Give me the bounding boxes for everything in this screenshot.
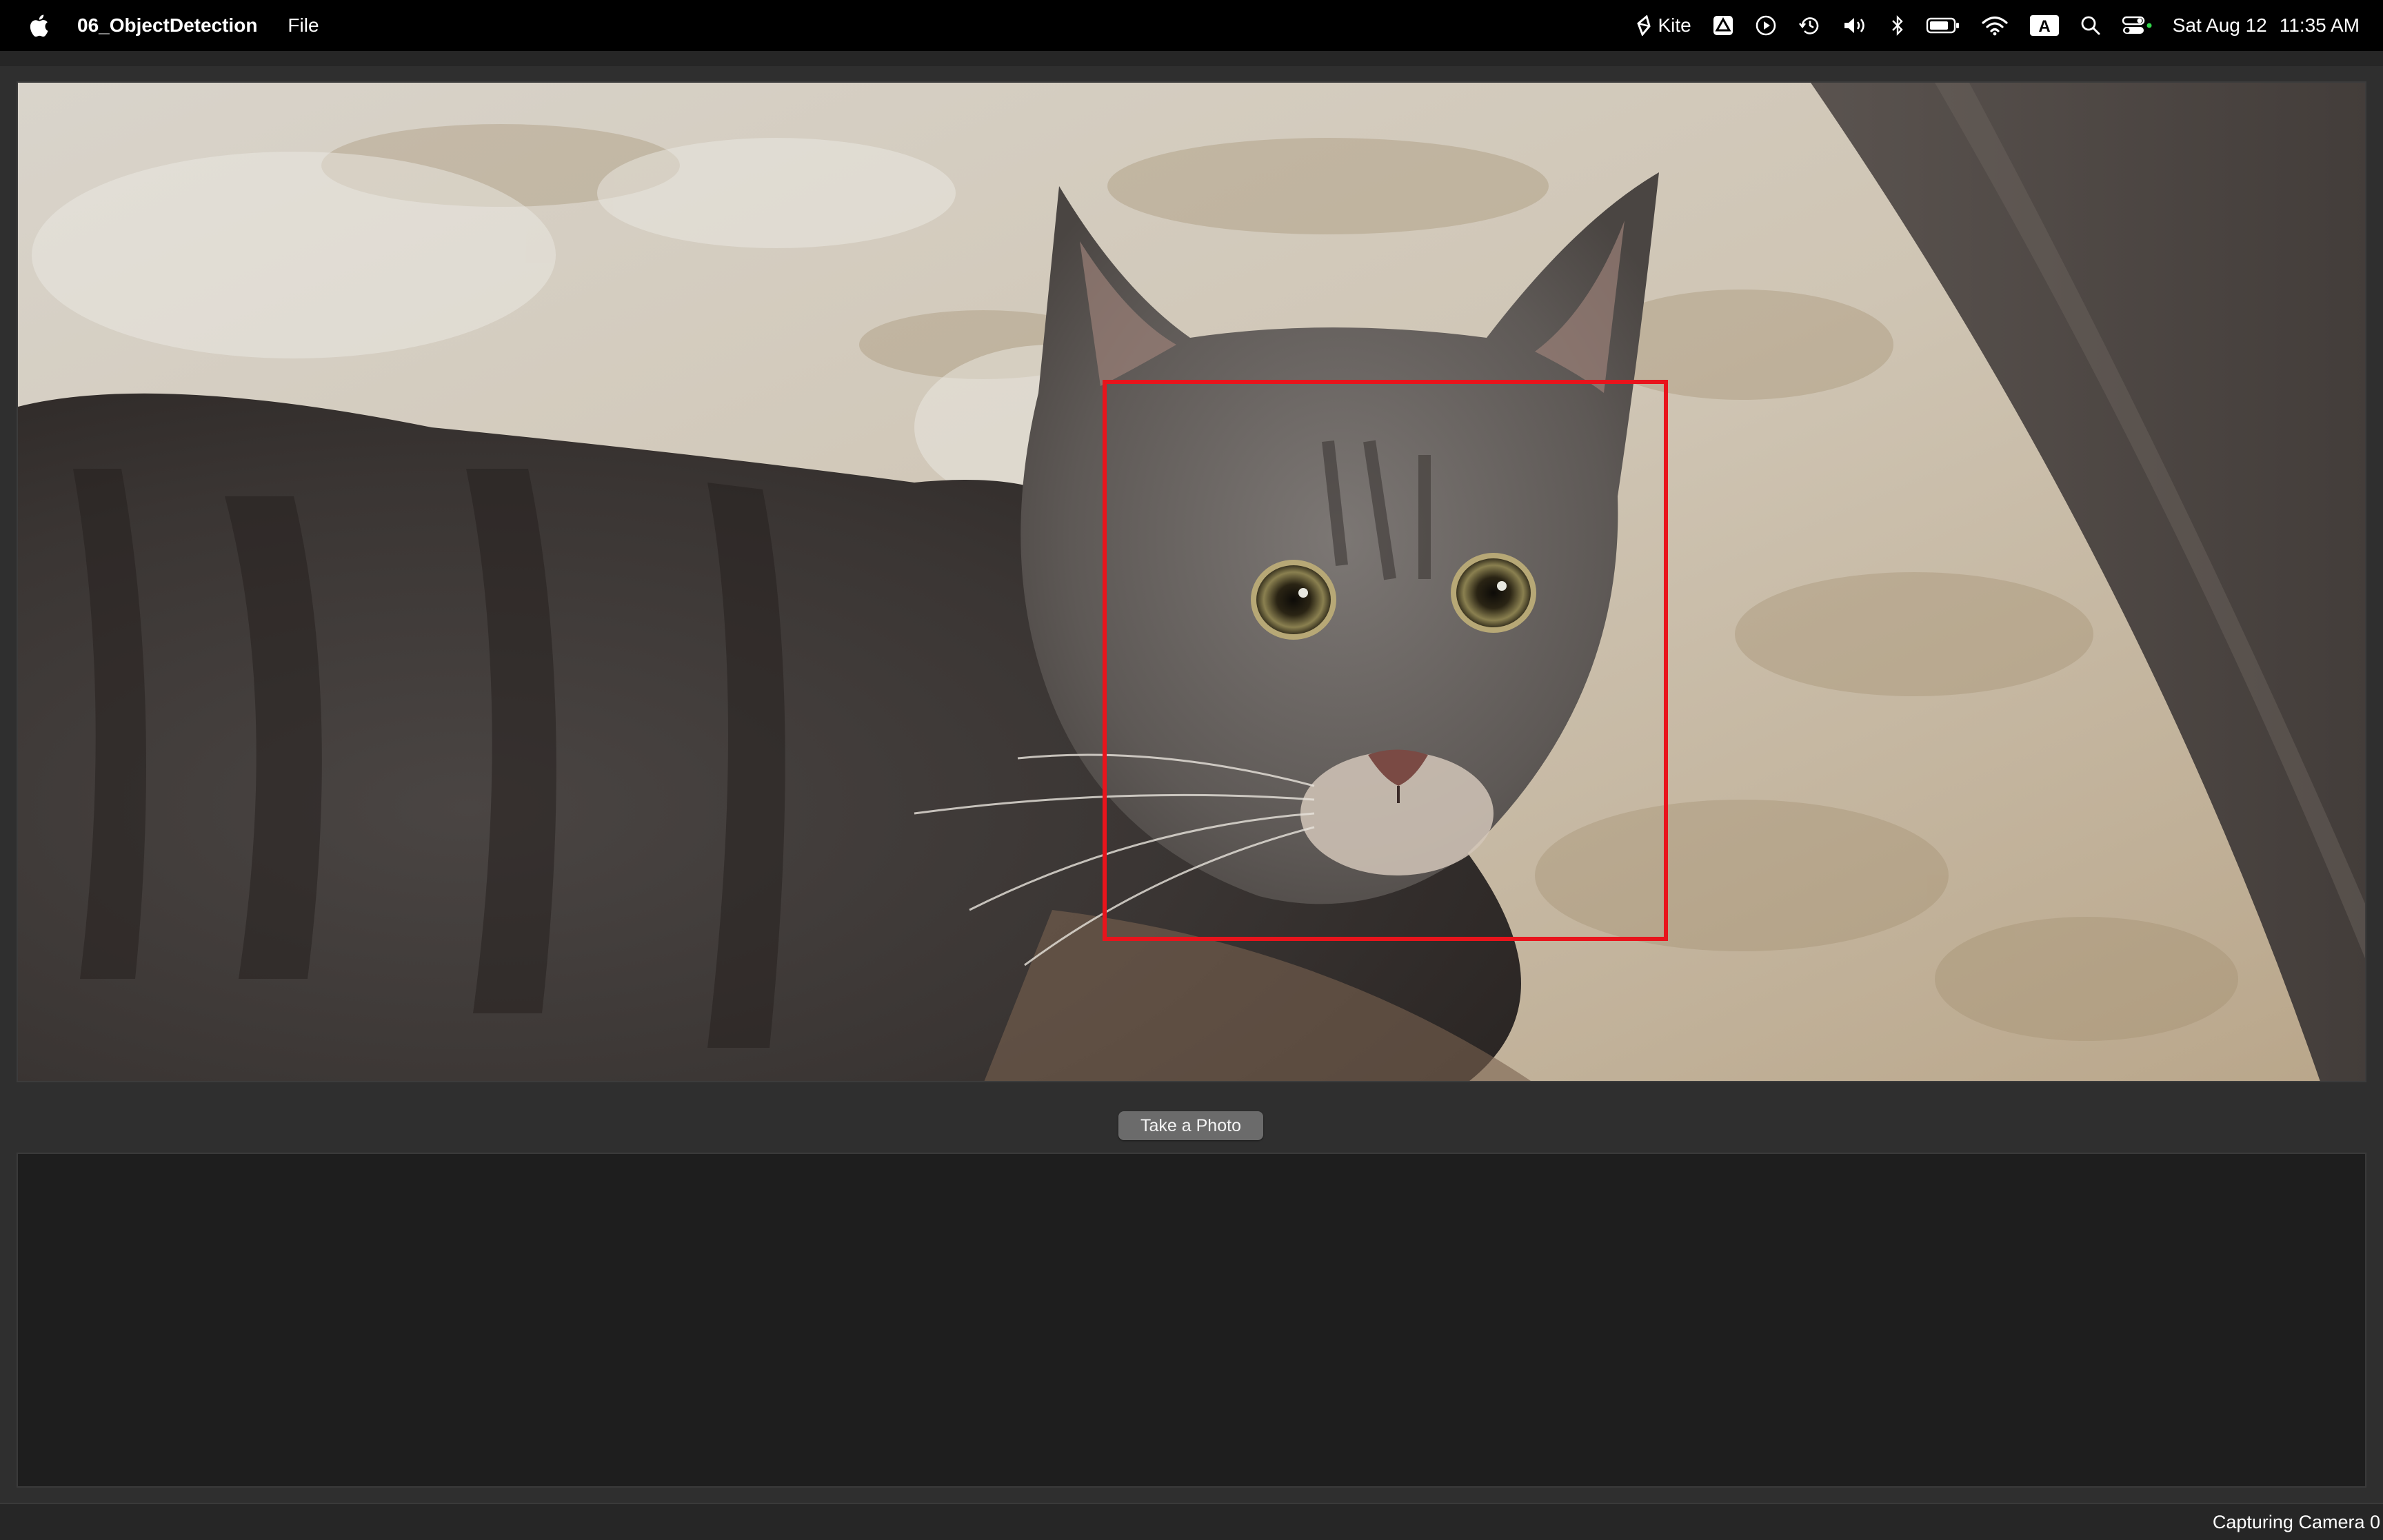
battery-icon[interactable] — [1926, 12, 1960, 39]
apple-icon[interactable] — [25, 12, 52, 39]
kite-icon — [1636, 15, 1651, 36]
drive-icon[interactable] — [1712, 12, 1734, 39]
play-icon[interactable] — [1755, 12, 1777, 39]
app-window: Take a Photo Capturing Camera 0 — [0, 51, 2383, 1540]
file-menu[interactable]: File — [288, 14, 319, 37]
camera-image — [18, 83, 2365, 1081]
status-bar: Capturing Camera 0 — [0, 1503, 2383, 1540]
output-panel[interactable] — [17, 1153, 2366, 1488]
wifi-icon[interactable] — [1981, 12, 2009, 39]
camera-preview — [17, 81, 2366, 1082]
input-source-icon[interactable]: A — [2029, 12, 2060, 39]
app-menu-name[interactable]: 06_ObjectDetection — [77, 14, 257, 37]
volume-icon[interactable] — [1842, 12, 1869, 39]
time-machine-icon[interactable] — [1798, 12, 1821, 39]
menu-bar: 06_ObjectDetection File Kite A Sat Aug 1… — [0, 0, 2383, 51]
take-photo-button[interactable]: Take a Photo — [1118, 1111, 1263, 1140]
menubar-time: 11:35 AM — [2279, 14, 2360, 36]
bluetooth-icon[interactable] — [1890, 12, 1905, 39]
menubar-clock[interactable]: Sat Aug 12 11:35 AM — [2173, 14, 2360, 37]
menubar-date: Sat Aug 12 — [2172, 14, 2267, 36]
input-source-label: A — [2038, 17, 2050, 36]
search-icon[interactable] — [2080, 12, 2101, 39]
kite-label: Kite — [1658, 14, 1691, 36]
status-text: Capturing Camera 0 — [2212, 1511, 2380, 1532]
status-menus: Kite A Sat Aug 12 11:35 AM — [1636, 12, 2360, 39]
control-center-icon[interactable] — [2122, 12, 2152, 39]
kite-menu[interactable]: Kite — [1636, 12, 1691, 39]
